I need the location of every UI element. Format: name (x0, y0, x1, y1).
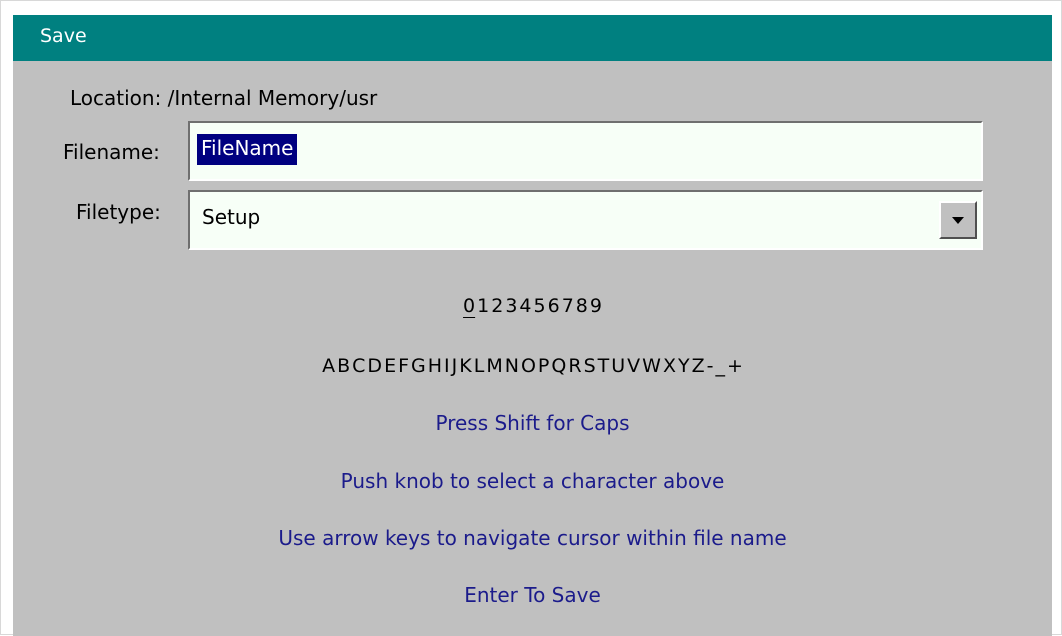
digit-keys-row: 0123456789 (13, 295, 1052, 317)
filetype-select[interactable]: Setup (188, 190, 983, 250)
screen-frame: Save Location: /Internal Memory/usr File… (0, 0, 1062, 636)
char-key[interactable]: A (322, 355, 335, 377)
char-key[interactable]: W (642, 355, 661, 377)
chevron-down-icon (952, 217, 964, 224)
char-key[interactable]: - (707, 355, 714, 377)
char-key[interactable]: M (486, 355, 502, 377)
char-key[interactable]: N (505, 355, 519, 377)
char-key[interactable]: U (611, 355, 625, 377)
title-bar: Save (13, 15, 1052, 61)
char-key[interactable]: K (459, 355, 471, 377)
char-key[interactable]: 5 (534, 295, 546, 317)
char-key[interactable]: X (663, 355, 676, 377)
filetype-dropdown-button[interactable] (939, 201, 977, 239)
knob-hint: Push knob to select a character above (340, 469, 725, 493)
char-key[interactable]: 3 (505, 295, 517, 317)
char-key[interactable]: 9 (590, 295, 602, 317)
char-key[interactable]: O (521, 355, 536, 377)
letter-keys-row: A B C D E F G H I J K L M N O P Q R S T U V W X Y Z - _ + (13, 355, 1052, 377)
char-key[interactable]: L (474, 355, 485, 377)
filename-input[interactable]: FileName (188, 121, 983, 181)
char-key[interactable]: 1 (477, 295, 489, 317)
char-key[interactable]: D (367, 355, 382, 377)
char-key[interactable]: B (337, 355, 350, 377)
char-key[interactable]: I (444, 355, 450, 377)
char-key[interactable]: Y (678, 355, 690, 377)
char-key[interactable]: 7 (562, 295, 574, 317)
location-label: Location: /Internal Memory/usr (70, 86, 378, 110)
char-key[interactable]: C (352, 355, 365, 377)
char-key[interactable]: 4 (519, 295, 531, 317)
char-key[interactable]: V (627, 355, 640, 377)
char-key[interactable]: S (584, 355, 596, 377)
char-key[interactable]: J (452, 355, 458, 377)
save-dialog: Save Location: /Internal Memory/usr File… (13, 15, 1052, 636)
filetype-value: Setup (202, 205, 261, 229)
char-key[interactable]: R (568, 355, 581, 377)
dialog-title: Save (40, 25, 87, 47)
char-key[interactable]: 2 (491, 295, 503, 317)
char-key[interactable]: E (384, 355, 396, 377)
filename-label: Filename: (63, 140, 160, 164)
char-key[interactable]: 8 (576, 295, 588, 317)
char-key[interactable]: + (727, 355, 743, 377)
char-key[interactable]: F (398, 355, 409, 377)
char-key[interactable]: _ (715, 355, 725, 377)
enter-hint: Enter To Save (464, 583, 601, 607)
char-key[interactable]: P (538, 355, 549, 377)
char-key[interactable]: G (411, 355, 426, 377)
char-key[interactable]: 6 (548, 295, 560, 317)
filetype-label: Filetype: (76, 200, 161, 224)
char-key[interactable]: Q (551, 355, 566, 377)
arrow-keys-hint: Use arrow keys to navigate cursor within… (278, 526, 787, 550)
char-key[interactable]: 0 (463, 295, 475, 317)
char-key[interactable]: T (598, 355, 610, 377)
char-key[interactable]: Z (692, 355, 705, 377)
char-key[interactable]: H (428, 355, 442, 377)
filename-selected-text: FileName (197, 134, 298, 165)
shift-hint: Press Shift for Caps (435, 411, 630, 435)
